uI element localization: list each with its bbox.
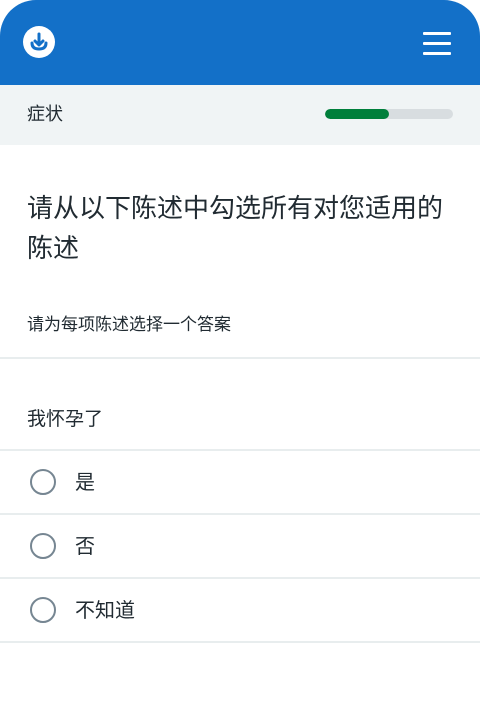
app-logo[interactable] bbox=[23, 26, 55, 58]
option-dont-know[interactable]: 不知道 bbox=[0, 579, 480, 641]
question-card: 请从以下陈述中勾选所有对您适用的陈述 请为每项陈述选择一个答案 我怀孕了 是 否… bbox=[0, 145, 480, 718]
progress-bar bbox=[325, 109, 453, 119]
divider bbox=[0, 641, 480, 643]
radio-button[interactable] bbox=[30, 597, 56, 623]
anchor-download-icon bbox=[30, 32, 48, 51]
option-yes[interactable]: 是 bbox=[0, 451, 480, 513]
progress-section: 症状 bbox=[0, 85, 480, 145]
option-label: 否 bbox=[75, 534, 95, 558]
radio-button[interactable] bbox=[30, 469, 56, 495]
section-label: 症状 bbox=[27, 104, 63, 125]
radio-button[interactable] bbox=[30, 533, 56, 559]
progress-bar-fill bbox=[325, 109, 389, 119]
option-no[interactable]: 否 bbox=[0, 515, 480, 577]
question-hint: 请为每项陈述选择一个答案 bbox=[27, 315, 231, 335]
option-label: 是 bbox=[75, 470, 95, 494]
app-screen: 症状 请从以下陈述中勾选所有对您适用的陈述 请为每项陈述选择一个答案 我怀孕了 … bbox=[0, 0, 480, 718]
divider bbox=[0, 357, 480, 359]
question-title: 请从以下陈述中勾选所有对您适用的陈述 bbox=[27, 194, 444, 264]
statement-text: 我怀孕了 bbox=[27, 408, 104, 430]
app-header bbox=[0, 0, 480, 85]
menu-button[interactable] bbox=[423, 30, 451, 56]
option-label: 不知道 bbox=[75, 598, 135, 622]
